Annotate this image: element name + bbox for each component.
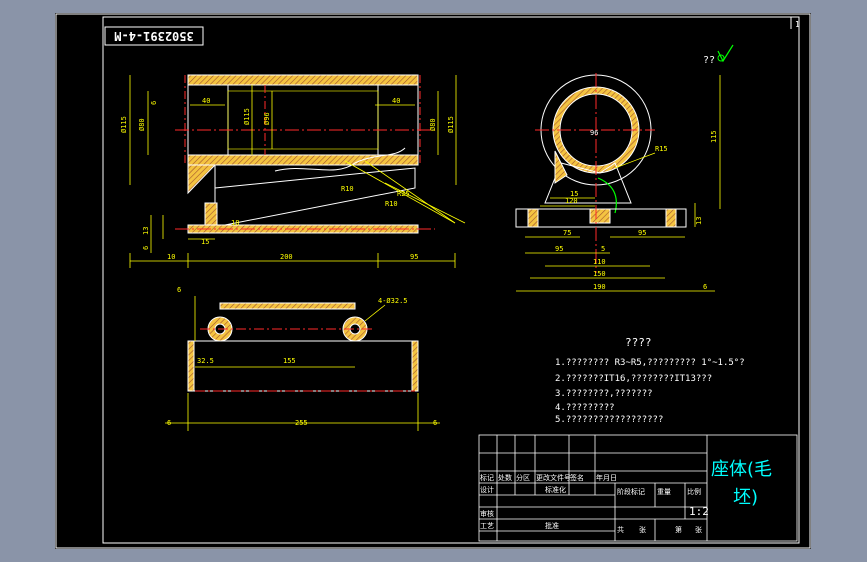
svg-text:95: 95 [555, 245, 563, 253]
svg-text:Ø96: Ø96 [263, 112, 271, 125]
inner-frame [102, 16, 800, 544]
svg-text:重量: 重量 [657, 488, 671, 496]
svg-text:标记: 标记 [480, 473, 494, 482]
svg-text:R10: R10 [341, 185, 354, 193]
svg-text:工艺: 工艺 [480, 522, 494, 530]
svg-text:Ø115: Ø115 [243, 108, 251, 125]
svg-text:115: 115 [710, 130, 718, 143]
scale-value: 1:2 [689, 505, 709, 518]
svg-text:R15: R15 [655, 145, 668, 153]
svg-text:95: 95 [410, 253, 418, 261]
svg-text:6: 6 [167, 419, 171, 427]
svg-text:40: 40 [202, 97, 210, 105]
svg-text:分区: 分区 [516, 473, 530, 482]
svg-text:15: 15 [201, 238, 209, 246]
svg-text:10: 10 [167, 253, 175, 261]
drawing-number: 3502391-4-M [114, 29, 193, 43]
svg-text:32.5: 32.5 [197, 357, 214, 365]
svg-text:75: 75 [563, 229, 571, 237]
svg-text:张: 张 [639, 525, 646, 534]
svg-text:Ø80: Ø80 [138, 118, 146, 131]
svg-text:设计: 设计 [480, 485, 494, 494]
svg-text:阶段标记: 阶段标记 [617, 487, 645, 496]
svg-text:13: 13 [142, 227, 150, 235]
svg-text:6: 6 [433, 419, 437, 427]
drawing-canvas[interactable]: 1 3502391-4-M ?? Ø115 Ø80 40 40 Ø115 Ø96… [55, 13, 811, 549]
svg-text:比例: 比例 [687, 487, 701, 496]
note-4: 4.????????? [555, 403, 615, 413]
technical-notes: ???? 1.???????? R3~R5,????????? 1°~1.5°?… [555, 336, 745, 425]
svg-text:张: 张 [695, 525, 702, 534]
svg-text:签名: 签名 [570, 473, 584, 482]
svg-text:Ø80: Ø80 [429, 118, 437, 131]
svg-text:批准: 批准 [545, 521, 559, 530]
front-view: Ø115 Ø80 40 40 Ø115 Ø96 Ø80 Ø115 6 13 18… [120, 73, 466, 268]
svg-text:120: 120 [565, 197, 578, 205]
svg-text:110: 110 [593, 258, 606, 266]
top-view: 6 4-Ø32.5 32.5 155 6 255 6 [165, 286, 440, 431]
part-title-cont: 坯) [733, 487, 758, 508]
svg-text:13: 13 [695, 217, 703, 225]
svg-text:6: 6 [142, 246, 150, 250]
svg-text:Ø115: Ø115 [120, 116, 128, 133]
svg-text:6: 6 [703, 283, 707, 291]
svg-text:18: 18 [231, 219, 239, 227]
svg-text:Ø115: Ø115 [447, 116, 455, 133]
svg-text:200: 200 [280, 253, 293, 261]
drawing-number-box: 3502391-4-M [104, 26, 204, 46]
svg-text:255: 255 [295, 419, 308, 427]
svg-text:5: 5 [601, 245, 605, 253]
note-1: 1.???????? R3~R5,????????? 1°~1.5°? [555, 358, 745, 368]
svg-text:155: 155 [283, 357, 296, 365]
svg-text:96: 96 [590, 129, 598, 137]
side-view: 96 R15 115 15 120 13 75 95 95 5 110 150 … [515, 73, 721, 292]
part-title: 座体(毛 [711, 459, 772, 480]
svg-text:6: 6 [150, 101, 158, 105]
roughness-symbol: ?? [703, 44, 734, 66]
outer-frame [55, 13, 811, 549]
svg-text:共: 共 [617, 525, 624, 534]
svg-text:第: 第 [675, 525, 682, 534]
svg-text:40: 40 [392, 97, 400, 105]
svg-text:95: 95 [638, 229, 646, 237]
svg-text:标准化: 标准化 [545, 485, 566, 494]
svg-text:150: 150 [593, 270, 606, 278]
cad-viewport[interactable]: 1 3502391-4-M ?? Ø115 Ø80 40 40 Ø115 Ø96… [55, 13, 811, 549]
note-5: 5.?????????????????? [555, 415, 663, 425]
svg-text:190: 190 [593, 283, 606, 291]
svg-text:处数: 处数 [498, 473, 512, 482]
svg-text:??: ?? [703, 55, 715, 66]
svg-text:6: 6 [177, 286, 181, 294]
svg-text:年月日: 年月日 [596, 473, 617, 482]
note-2: 2.???????IT16,????????IT13??? [555, 374, 712, 384]
page-mark: 1 [795, 20, 800, 29]
notes-heading: ???? [625, 336, 652, 349]
svg-text:4-Ø32.5: 4-Ø32.5 [378, 297, 408, 305]
svg-text:R25: R25 [397, 190, 410, 198]
svg-text:R10: R10 [385, 200, 398, 208]
note-3: 3.????????,??????? [555, 389, 653, 399]
svg-text:审核: 审核 [480, 509, 494, 518]
svg-text:更改文件号: 更改文件号 [536, 473, 571, 482]
